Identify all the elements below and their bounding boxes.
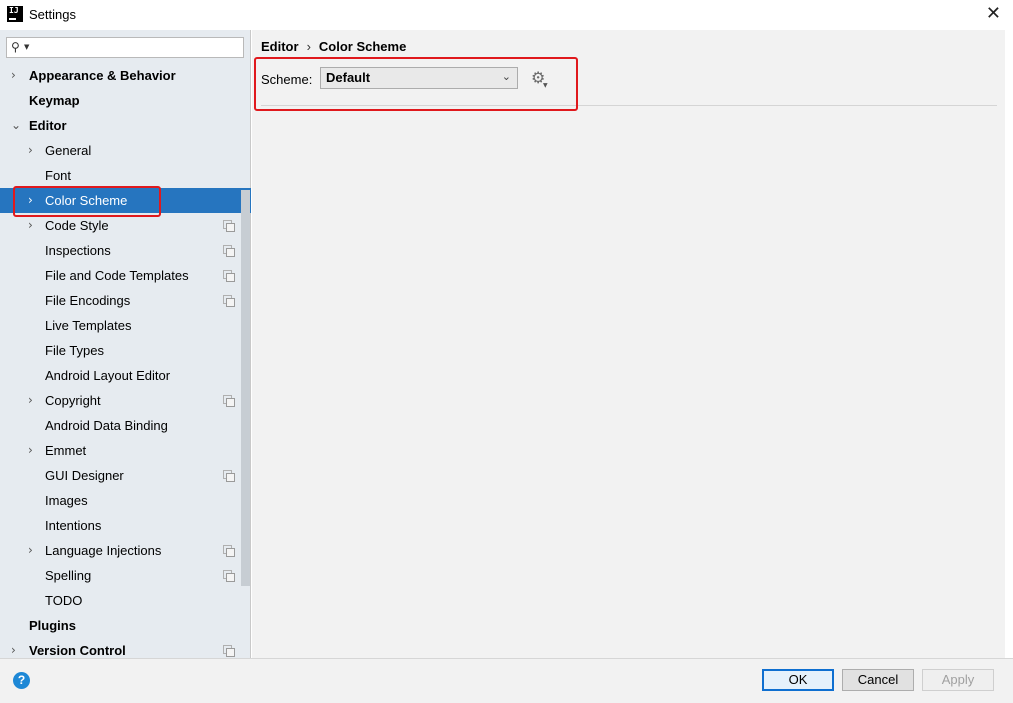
- chevron-right-icon[interactable]: ›: [28, 138, 33, 163]
- project-level-icon: [223, 470, 235, 482]
- sidebar-item-label: Intentions: [45, 518, 102, 533]
- sidebar-item-file-and-code-templates[interactable]: File and Code Templates: [0, 263, 241, 288]
- help-icon[interactable]: ?: [13, 672, 30, 689]
- sidebar-item-label: File and Code Templates: [45, 268, 189, 283]
- sidebar-item-label: Android Layout Editor: [45, 368, 171, 383]
- sidebar-item-file-encodings[interactable]: File Encodings: [0, 288, 241, 313]
- sidebar-item-label: File Types: [45, 343, 105, 358]
- settings-tree: › Appearance & Behavior Keymap ⌄ Editor › Gene…: [0, 63, 251, 663]
- window-title: Settings: [29, 7, 76, 22]
- sidebar-item-label: TODO: [45, 593, 83, 608]
- scheme-label: Scheme:: [261, 72, 313, 87]
- project-level-icon: [223, 545, 235, 557]
- sidebar-item-font[interactable]: Font: [0, 163, 241, 188]
- search-options-caret-icon[interactable]: ▼: [24, 43, 29, 51]
- project-level-icon: [223, 270, 235, 282]
- sidebar-item-keymap[interactable]: Keymap: [0, 88, 241, 113]
- project-level-icon: [223, 570, 235, 582]
- search-input[interactable]: [33, 40, 238, 55]
- settings-sidebar: ⚲ ▼ › Appearance & Behavior Keymap ⌄ Editor ›…: [0, 30, 251, 658]
- project-level-icon: [223, 220, 235, 232]
- window-edge: [1005, 30, 1013, 658]
- dialog-button-bar: ? OK Cancel Apply: [0, 658, 1013, 703]
- project-level-icon: [223, 245, 235, 257]
- close-icon[interactable]: ✕: [986, 3, 1001, 24]
- search-field[interactable]: ⚲ ▼: [6, 37, 244, 58]
- sidebar-item-gui-designer[interactable]: GUI Designer: [0, 463, 241, 488]
- scheme-dropdown[interactable]: Default ⌄: [320, 67, 518, 89]
- sidebar-item-spelling[interactable]: Spelling: [0, 563, 241, 588]
- sidebar-item-label: Code Style: [45, 218, 109, 233]
- sidebar-item-appearance-behavior[interactable]: › Appearance & Behavior: [0, 63, 241, 88]
- sidebar-item-label: GUI Designer: [45, 468, 124, 483]
- sidebar-item-editor[interactable]: ⌄ Editor: [0, 113, 241, 138]
- search-icon: ⚲: [11, 40, 20, 54]
- sidebar-item-label: Android Data Binding: [45, 418, 168, 433]
- sidebar-item-label: Plugins: [29, 618, 76, 633]
- sidebar-item-label: Appearance & Behavior: [29, 68, 176, 83]
- sidebar-item-emmet[interactable]: › Emmet: [0, 438, 241, 463]
- settings-content: Editor › Color Scheme Scheme: Default ⌄ ⚙ …: [252, 30, 1005, 658]
- scheme-selected-value: Default: [326, 70, 371, 85]
- chevron-right-icon[interactable]: ›: [28, 188, 33, 213]
- sidebar-item-live-templates[interactable]: Live Templates: [0, 313, 241, 338]
- chevron-down-icon[interactable]: ⌄: [11, 113, 21, 138]
- sidebar-scrollbar[interactable]: [241, 190, 250, 586]
- breadcrumb: Editor › Color Scheme: [261, 39, 406, 54]
- ok-button[interactable]: OK: [762, 669, 834, 691]
- chevron-down-icon: ⌄: [501, 70, 511, 83]
- project-level-icon: [223, 395, 235, 407]
- sidebar-item-general[interactable]: › General: [0, 138, 241, 163]
- sidebar-item-label: Keymap: [29, 93, 80, 108]
- sidebar-item-intentions[interactable]: Intentions: [0, 513, 241, 538]
- sidebar-item-label: Inspections: [45, 243, 111, 258]
- project-level-icon: [223, 645, 235, 657]
- chevron-right-icon[interactable]: ›: [28, 538, 33, 563]
- chevron-right-icon[interactable]: ›: [11, 63, 16, 88]
- sidebar-item-android-layout-editor[interactable]: Android Layout Editor: [0, 363, 241, 388]
- breadcrumb-parent[interactable]: Editor: [261, 39, 299, 54]
- sidebar-item-copyright[interactable]: › Copyright: [0, 388, 241, 413]
- gear-menu-caret-icon: ▼: [543, 82, 548, 89]
- sidebar-item-color-scheme[interactable]: › Color Scheme: [0, 188, 251, 213]
- project-level-icon: [223, 295, 235, 307]
- sidebar-item-label: Emmet: [45, 443, 87, 458]
- apply-button[interactable]: Apply: [922, 669, 994, 691]
- sidebar-item-label: Editor: [29, 118, 67, 133]
- chevron-right-icon[interactable]: ›: [28, 213, 33, 238]
- breadcrumb-separator: ›: [306, 39, 311, 54]
- chevron-right-icon[interactable]: ›: [28, 438, 33, 463]
- intellij-logo-icon: IJ: [7, 6, 23, 22]
- sidebar-item-images[interactable]: Images: [0, 488, 241, 513]
- sidebar-item-label: Copyright: [45, 393, 101, 408]
- sidebar-item-plugins[interactable]: Plugins: [0, 613, 241, 638]
- divider: [261, 105, 997, 106]
- sidebar-item-android-data-binding[interactable]: Android Data Binding: [0, 413, 241, 438]
- sidebar-item-language-injections[interactable]: › Language Injections: [0, 538, 241, 563]
- sidebar-item-label: Font: [45, 168, 72, 183]
- breadcrumb-current: Color Scheme: [318, 39, 407, 54]
- sidebar-item-label: Language Injections: [45, 543, 162, 558]
- sidebar-item-label: General: [45, 143, 92, 158]
- sidebar-item-label: File Encodings: [45, 293, 131, 308]
- sidebar-item-code-style[interactable]: › Code Style: [0, 213, 241, 238]
- cancel-button[interactable]: Cancel: [842, 669, 914, 691]
- title-bar: IJ Settings ✕: [0, 0, 1013, 30]
- sidebar-item-label: Spelling: [45, 568, 92, 583]
- chevron-right-icon[interactable]: ›: [28, 388, 33, 413]
- sidebar-item-file-types[interactable]: File Types: [0, 338, 241, 363]
- sidebar-item-todo[interactable]: TODO: [0, 588, 241, 613]
- sidebar-item-label: Live Templates: [45, 318, 132, 333]
- sidebar-item-label: Images: [45, 493, 88, 508]
- sidebar-item-inspections[interactable]: Inspections: [0, 238, 241, 263]
- sidebar-item-label: Color Scheme: [45, 193, 128, 208]
